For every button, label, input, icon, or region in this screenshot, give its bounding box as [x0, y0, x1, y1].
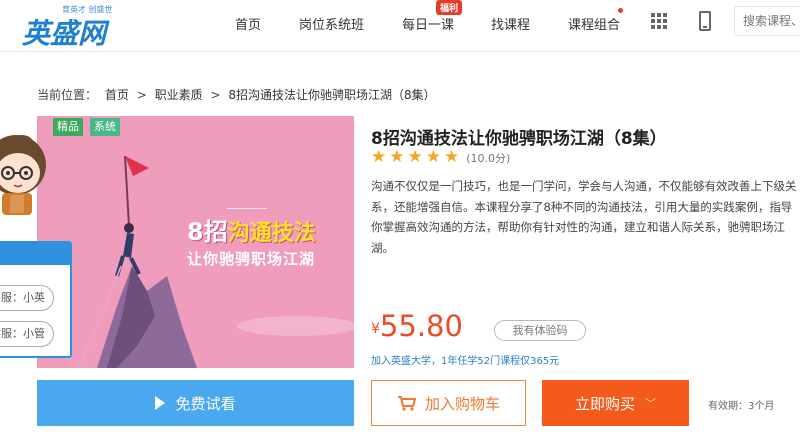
star-icon: ★ [407, 147, 423, 167]
breadcrumb-separator: > [136, 88, 147, 102]
search-input[interactable] [735, 7, 800, 35]
breadcrumb-home[interactable]: 首页 [105, 88, 129, 102]
kefu-button-xiaoguan[interactable]: 客服：小管 [0, 321, 54, 347]
buy-now-button[interactable]: 立即购买 ﹀ [542, 380, 689, 426]
star-icon: ★ [425, 147, 441, 167]
rating: ★ ★ ★ ★ ★ (10.0分) [371, 149, 510, 166]
customer-service-panel: 客服：小英 客服：小管 [0, 241, 72, 358]
membership-promo-link[interactable]: 加入英盛大学，1年任学52门课程仅365元 [371, 352, 559, 367]
price: ¥55.80 [371, 309, 463, 343]
breadcrumb-current: 8招沟通技法让你驰骋职场江湖（8集） [228, 88, 436, 102]
validity-period: 有效期：3个月 [708, 401, 775, 412]
breadcrumb-separator: > [210, 88, 221, 102]
site-logo[interactable]: 育英才 创盛世 英盛网 [22, 4, 132, 50]
logo-text: 英盛网 [22, 17, 107, 50]
nav-course-bundle[interactable]: 课程组合 [568, 14, 620, 33]
cover-subline: 让你驰骋职场江湖 [187, 250, 316, 268]
breadcrumb-category[interactable]: 职业素质 [155, 88, 203, 102]
add-to-cart-button[interactable]: 加入购物车 [371, 380, 526, 426]
breadcrumb-label: 当前位置： [37, 88, 98, 102]
free-trial-label: 免费试看 [175, 394, 236, 413]
rating-score: (10.0分) [466, 151, 511, 165]
course-cover-image[interactable]: 精品 系统 8招沟通技法 让你驰骋职场江湖 [37, 116, 354, 368]
cart-icon [397, 396, 417, 411]
search-box[interactable] [734, 6, 800, 36]
chevron-down-icon: ﹀ [645, 397, 656, 410]
price-value: 55.80 [379, 309, 463, 343]
star-icon: ★ [371, 147, 387, 167]
course-description: 沟通不仅仅是一门技巧，也是一门学问，学会与人沟通，不仅能够有效改善上下级关系，还… [371, 179, 797, 255]
cover-headline: 8招沟通技法 [187, 218, 316, 246]
nav-home[interactable]: 首页 [235, 14, 261, 33]
nav-position-class[interactable]: 岗位系统班 [299, 14, 364, 33]
free-trial-button[interactable]: 免费试看 [37, 380, 354, 426]
add-to-cart-label: 加入购物车 [424, 394, 500, 413]
welfare-badge: 福利 [436, 0, 463, 15]
star-icon: ★ [389, 147, 405, 167]
nav-find-course[interactable]: 找课程 [491, 14, 530, 33]
breadcrumb: 当前位置： 首页 > 职业素质 > 8招沟通技法让你驰骋职场江湖（8集） [37, 86, 440, 103]
panel-header [0, 243, 70, 265]
mobile-phone-icon[interactable] [699, 11, 711, 31]
currency-symbol: ¥ [371, 321, 380, 337]
nav-daily-lesson[interactable]: 每日一课 [402, 14, 454, 33]
kefu-button-xiaoying[interactable]: 客服：小英 [0, 285, 54, 311]
trial-code-button[interactable]: 我有体验码 [494, 320, 586, 341]
top-header: 育英才 创盛世 英盛网 首页 岗位系统班 每日一课 福利 找课程 课程组合 [0, 0, 800, 52]
buy-now-label: 立即购买 [574, 394, 635, 413]
play-icon [155, 396, 166, 410]
star-icon: ★ [444, 147, 460, 167]
decorative-line [227, 208, 267, 209]
app-grid-icon[interactable] [651, 13, 667, 29]
notification-dot [618, 8, 623, 13]
course-title: 8招沟通技法让你驰骋职场江湖（8集） [371, 129, 667, 149]
